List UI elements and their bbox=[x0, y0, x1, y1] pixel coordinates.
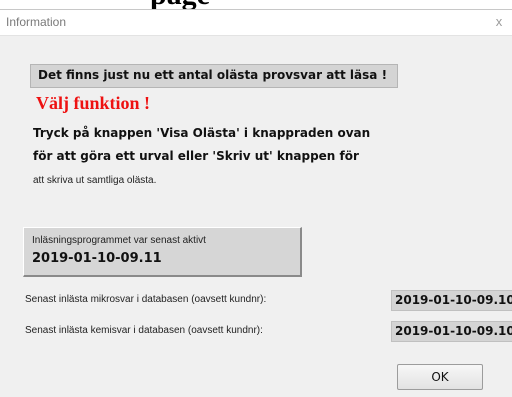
instruction-line-2: för att göra ett urval eller 'Skriv ut' … bbox=[33, 149, 359, 163]
unread-notice-panel: Det finns just nu ett antal olästa provs… bbox=[30, 64, 398, 88]
micro-last-read-label: Senast inlästa mikrosvar i databasen (oa… bbox=[25, 294, 267, 305]
micro-last-read-value: 2019-01-10-09.10. bbox=[395, 293, 512, 307]
dialog-content: Det finns just nu ett antal olästa provs… bbox=[0, 36, 512, 397]
chem-last-read-label: Senast inlästa kemisvar i databasen (oav… bbox=[25, 325, 263, 336]
unread-notice-text: Det finns just nu ett antal olästa provs… bbox=[38, 68, 388, 82]
chem-last-read-field: 2019-01-10-09.10. bbox=[391, 321, 512, 342]
micro-last-read-field: 2019-01-10-09.10. bbox=[391, 290, 512, 311]
close-icon: x bbox=[495, 14, 503, 29]
last-active-panel: Inläsningsprogrammet var senast aktivt 2… bbox=[23, 227, 302, 277]
ok-button[interactable]: OK bbox=[397, 364, 483, 390]
information-dialog: Information x Det finns just nu ett anta… bbox=[0, 9, 512, 397]
last-active-label: Inläsningsprogrammet var senast aktivt bbox=[32, 235, 206, 246]
choose-function-heading: Välj funktion ! bbox=[36, 93, 151, 113]
page-background-strip: page bbox=[0, 0, 512, 10]
chem-last-read-value: 2019-01-10-09.10. bbox=[395, 324, 512, 338]
instruction-line-1: Tryck på knappen 'Visa Olästa' i knappra… bbox=[33, 126, 371, 140]
close-button[interactable]: x bbox=[490, 13, 508, 31]
dialog-titlebar: Information x bbox=[0, 10, 512, 36]
last-active-value: 2019-01-10-09.11 bbox=[32, 251, 162, 266]
dialog-title: Information bbox=[6, 15, 67, 29]
instruction-line-3: att skriva ut samtliga olästa. bbox=[33, 175, 157, 186]
